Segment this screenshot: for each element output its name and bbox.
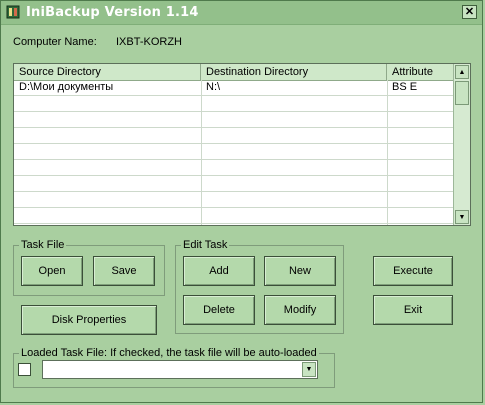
table-row[interactable] xyxy=(14,144,454,160)
chevron-down-icon: ▼ xyxy=(305,366,313,373)
modify-button[interactable]: Modify xyxy=(264,295,336,325)
cell-destination: N:\ xyxy=(206,81,221,93)
app-window: IniBackup Version 1.14 ✕ Computer Name: … xyxy=(0,0,483,403)
title-bar[interactable]: IniBackup Version 1.14 ✕ xyxy=(1,1,482,25)
cell-source: D:\Мои документы xyxy=(19,81,114,93)
combo-dropdown-button[interactable]: ▼ xyxy=(302,362,316,377)
delete-button[interactable]: Delete xyxy=(183,295,255,325)
open-button[interactable]: Open xyxy=(21,256,83,286)
close-icon: ✕ xyxy=(464,5,475,18)
window-title: IniBackup Version 1.14 xyxy=(26,5,199,20)
disk-properties-button[interactable]: Disk Properties xyxy=(21,305,157,335)
scroll-up-button[interactable]: ▲ xyxy=(455,65,469,79)
exit-button[interactable]: Exit xyxy=(373,295,453,325)
table-row[interactable] xyxy=(14,176,454,192)
task-file-group-label: Task File xyxy=(19,239,67,251)
column-header-source[interactable]: Source Directory xyxy=(14,64,201,80)
column-header-attribute[interactable]: Attribute xyxy=(387,64,454,80)
arrow-up-icon: ▲ xyxy=(458,68,466,76)
scroll-down-button[interactable]: ▼ xyxy=(455,210,469,224)
list-header: Source Directory Destination Directory A… xyxy=(14,64,454,81)
close-button[interactable]: ✕ xyxy=(462,5,477,19)
table-row[interactable] xyxy=(14,112,454,128)
edit-task-group-label: Edit Task xyxy=(181,239,230,251)
task-file-combo[interactable]: ▼ xyxy=(42,360,318,379)
auto-load-checkbox[interactable] xyxy=(18,363,31,376)
arrow-down-icon: ▼ xyxy=(458,213,466,221)
app-icon xyxy=(6,5,20,19)
add-button[interactable]: Add xyxy=(183,256,255,286)
table-row[interactable]: D:\Мои документы N:\ BS E xyxy=(14,80,454,96)
execute-button[interactable]: Execute xyxy=(373,256,453,286)
task-list[interactable]: Source Directory Destination Directory A… xyxy=(13,63,471,226)
computer-name-value: IXBT-KORZH xyxy=(116,36,183,48)
scroll-thumb[interactable] xyxy=(455,81,469,105)
table-row[interactable] xyxy=(14,128,454,144)
computer-name-label: Computer Name: xyxy=(13,36,97,48)
column-header-destination[interactable]: Destination Directory xyxy=(201,64,387,80)
cell-attribute: BS E xyxy=(392,81,418,93)
loaded-task-group-label: Loaded Task File: If checked, the task f… xyxy=(19,347,319,359)
table-row[interactable] xyxy=(14,208,454,224)
vertical-scrollbar[interactable]: ▲ ▼ xyxy=(453,64,470,225)
save-button[interactable]: Save xyxy=(93,256,155,286)
table-row[interactable] xyxy=(14,160,454,176)
new-button[interactable]: New xyxy=(264,256,336,286)
table-row[interactable] xyxy=(14,96,454,112)
table-row[interactable] xyxy=(14,192,454,208)
